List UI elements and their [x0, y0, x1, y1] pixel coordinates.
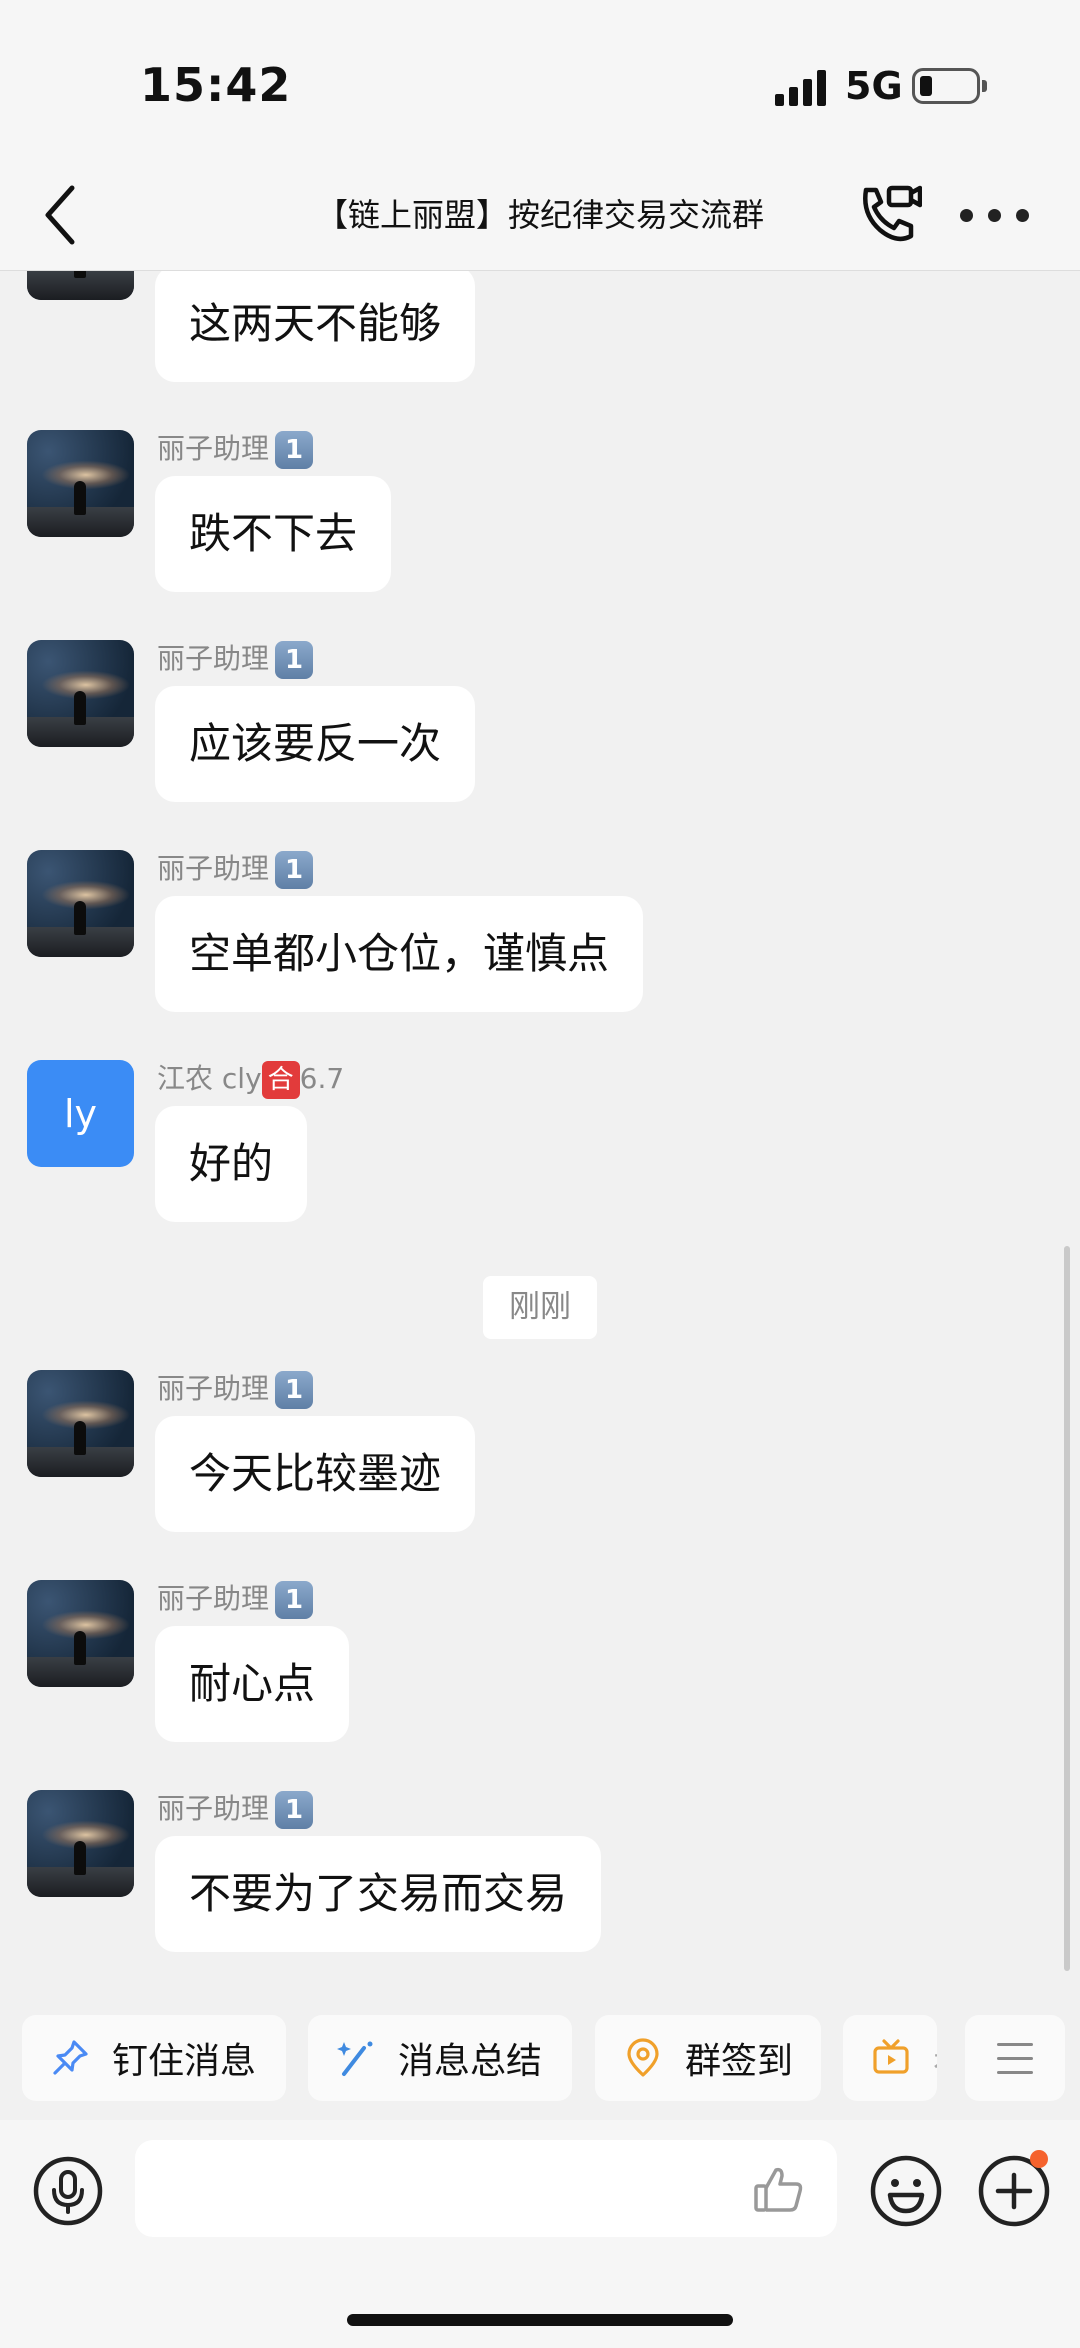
avatar[interactable]	[27, 1790, 134, 1897]
sender-name: 丽子助理 1	[157, 1367, 314, 1409]
video-call-icon[interactable]	[852, 180, 922, 250]
member-badge: 1	[275, 1371, 314, 1409]
member-level: 6.7	[299, 1062, 345, 1095]
message-bubble[interactable]: 不要为了交易而交易	[155, 1836, 602, 1952]
message-input-box[interactable]	[135, 2140, 837, 2239]
sender-name: 丽子助理 1	[157, 1577, 314, 1619]
network-type: 5G	[845, 64, 903, 108]
voice-input-icon[interactable]	[32, 2155, 104, 2227]
message-input[interactable]	[159, 2140, 723, 2239]
avatar[interactable]	[27, 430, 134, 537]
member-badge: 合	[261, 1061, 300, 1099]
chat-title[interactable]: 【链上丽盟】按纪律交易交流群	[200, 190, 880, 236]
member-badge: 1	[275, 1791, 314, 1829]
chat-header: 【链上丽盟】按纪律交易交流群	[0, 160, 1080, 271]
location-checkin-icon	[627, 2038, 659, 2077]
chip-label: 钉住消息	[112, 2041, 257, 2082]
message-bubble[interactable]: 今天比较墨迹	[155, 1416, 476, 1532]
avatar[interactable]	[27, 1580, 134, 1687]
avatar[interactable]	[27, 850, 134, 957]
message-bubble[interactable]: 跌不下去	[155, 476, 392, 592]
chip-label: 看	[933, 2032, 937, 2084]
sender-name: 江农 cly 合 6.7	[157, 1057, 344, 1099]
status-bar: 15:42 5G	[0, 0, 1080, 160]
sender-name: 丽子助理 1	[157, 847, 314, 889]
more-icon[interactable]	[960, 202, 1030, 228]
avatar[interactable]	[27, 271, 134, 300]
message-bubble[interactable]: 空单都小仓位，谨慎点	[155, 896, 644, 1012]
back-icon[interactable]	[40, 182, 80, 248]
chip-label: 消息总结	[398, 2041, 543, 2082]
message-bubble[interactable]: 耐心点	[155, 1626, 350, 1742]
group-checkin-button[interactable]: 群签到	[595, 2015, 821, 2101]
sender-name: 丽子助理 1	[157, 427, 314, 469]
avatar[interactable]: ly	[27, 1060, 134, 1167]
battery-icon	[912, 68, 987, 104]
avatar[interactable]	[27, 1370, 134, 1477]
message-list[interactable]: 这两天不能够 丽子助理 1 跌不下去 丽子助理 1 应该要反一次 丽子助理 1 空单都…	[0, 271, 1080, 2000]
home-indicator[interactable]	[347, 2314, 733, 2326]
member-badge: 1	[275, 641, 314, 679]
status-time: 15:42	[140, 58, 292, 112]
sender-name: 丽子助理 1	[157, 1787, 314, 1829]
chip-label: 群签到	[685, 2041, 794, 2082]
member-badge: 1	[275, 851, 314, 889]
time-separator: 刚刚	[483, 1276, 597, 1339]
magic-wand-icon	[337, 2041, 373, 2076]
sender-name: 丽子助理 1	[157, 637, 314, 679]
avatar[interactable]	[27, 640, 134, 747]
tv-icon	[873, 2039, 909, 2074]
pin-messages-button[interactable]: 钉住消息	[22, 2015, 286, 2101]
member-badge: 1	[275, 1581, 314, 1619]
watch-button[interactable]: 看	[843, 2015, 937, 2101]
quick-action-bar: 钉住消息 消息总结 群签到 看	[0, 2000, 1080, 2120]
thumbs-up-icon[interactable]	[752, 2162, 806, 2216]
notification-dot	[1030, 2150, 1048, 2168]
pin-icon	[53, 2040, 88, 2075]
message-bubble[interactable]: 应该要反一次	[155, 686, 476, 802]
cellular-signal-icon	[775, 70, 827, 106]
message-bubble[interactable]: 这两天不能够	[155, 271, 476, 382]
message-bubble[interactable]: 好的	[155, 1106, 308, 1222]
quick-actions-menu-button[interactable]	[965, 2015, 1065, 2101]
emoji-icon[interactable]	[868, 2153, 944, 2229]
member-badge: 1	[275, 431, 314, 469]
summarize-messages-button[interactable]: 消息总结	[308, 2015, 572, 2101]
scrollbar[interactable]	[1064, 1246, 1070, 1971]
